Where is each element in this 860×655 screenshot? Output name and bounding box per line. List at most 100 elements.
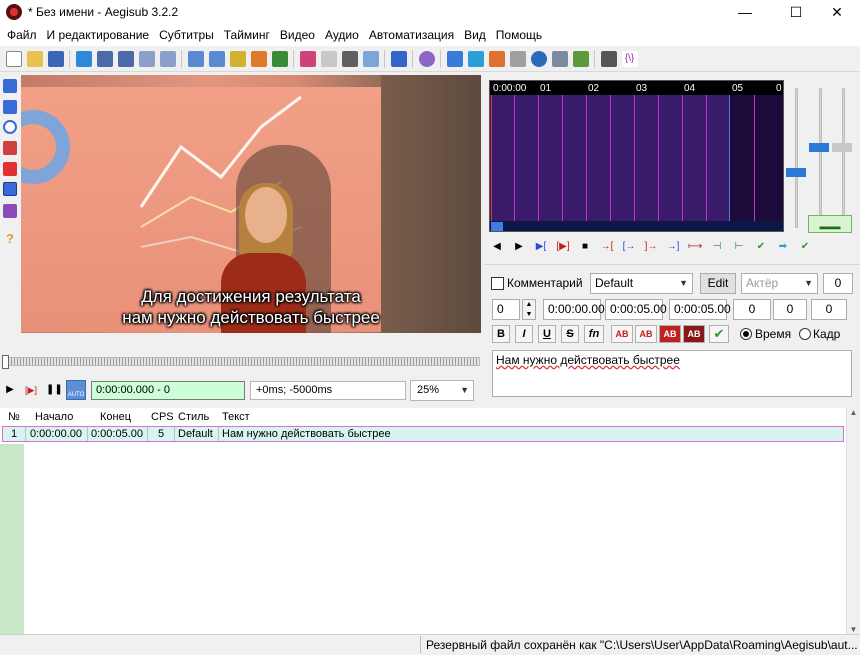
frame-radio[interactable] [799, 328, 811, 340]
attachments-icon[interactable] [250, 50, 267, 67]
auto-scroll-toggle[interactable]: AUTO [66, 380, 86, 400]
play-begin-icon[interactable]: [→ [622, 240, 636, 254]
maximize-icon[interactable]: ☐ [773, 0, 819, 24]
fonts-collector-icon[interactable] [271, 50, 288, 67]
audio-waveform[interactable] [490, 95, 783, 221]
auto-commit-icon[interactable]: ✔ [798, 240, 812, 254]
audio-volume-thumb[interactable] [809, 143, 829, 152]
start-time-field[interactable]: 0:00:00.00 [543, 299, 605, 320]
scroll-up-icon[interactable]: ▲ [847, 408, 860, 417]
edit-tool-icon[interactable] [341, 50, 358, 67]
new-file-icon[interactable] [5, 50, 22, 67]
menu-edit[interactable]: И редактирование [42, 24, 155, 46]
margin-vertical-field[interactable]: 0 [811, 299, 847, 320]
go-next-icon[interactable]: ➡ [776, 240, 790, 254]
fast-forward-icon[interactable] [488, 50, 505, 67]
lua-script-icon[interactable]: {\} [621, 50, 638, 67]
properties-icon[interactable] [320, 50, 337, 67]
spellcheck-icon[interactable] [551, 50, 568, 67]
play-current-line-icon[interactable]: [▶] [556, 240, 570, 254]
rotate-z-icon[interactable] [3, 120, 17, 134]
audio-scrollbar[interactable] [490, 221, 783, 231]
zoom-in-icon[interactable] [96, 50, 113, 67]
check-icon[interactable] [572, 50, 589, 67]
menu-view[interactable]: Вид [459, 24, 491, 46]
play-end-icon[interactable]: ]→ [644, 240, 658, 254]
audio-zoom-slider[interactable] [795, 88, 798, 228]
video-seek-bar[interactable] [4, 357, 480, 366]
menu-audio[interactable]: Аудио [320, 24, 364, 46]
vector-clip-icon[interactable] [3, 204, 17, 218]
menu-subtitles[interactable]: Субтитры [154, 24, 219, 46]
audio-scroll-thumb[interactable] [491, 222, 503, 231]
next-line-icon[interactable]: ▶ [512, 240, 526, 254]
menu-help[interactable]: Помощь [491, 24, 547, 46]
commit-check-icon[interactable]: ✔ [709, 325, 729, 343]
play-after-icon[interactable]: →] [666, 240, 680, 254]
menu-video[interactable]: Видео [275, 24, 320, 46]
audio-zoom-thumb[interactable] [786, 168, 806, 177]
pause-icon[interactable]: ❚❚ [46, 383, 63, 397]
play-before-icon[interactable]: →[ [600, 240, 614, 254]
rotate-xy-icon[interactable] [3, 141, 17, 155]
video-time-field[interactable]: 0:00:00.000 - 0 [91, 381, 245, 400]
secondary-color-button[interactable]: AB [635, 325, 657, 343]
snap-start-icon[interactable] [187, 50, 204, 67]
lead-out-icon[interactable]: ⊢ [732, 240, 746, 254]
automation-script-icon[interactable] [299, 50, 316, 67]
menu-timing[interactable]: Тайминг [219, 24, 275, 46]
play-to-end-icon[interactable]: ⟼ [688, 240, 702, 254]
options-tools-icon[interactable] [600, 50, 617, 67]
style-select[interactable]: Default ▼ [590, 273, 693, 294]
margin-left-field[interactable]: 0 [733, 299, 771, 320]
time-radio[interactable] [740, 328, 752, 340]
audio-vertical-zoom-slider[interactable] [842, 88, 845, 228]
prev-line-icon[interactable]: ◀ [490, 240, 504, 254]
menu-automation[interactable]: Автоматизация [364, 24, 459, 46]
italic-button[interactable]: I [515, 325, 533, 343]
underline-button[interactable]: U [538, 325, 556, 343]
layer-spinner[interactable]: ▲ ▼ [522, 299, 536, 320]
clip-tool-icon[interactable] [3, 182, 17, 196]
stop-audio-icon[interactable]: ■ [578, 240, 592, 254]
help-icon[interactable]: ? [3, 232, 17, 246]
video-zoom-select[interactable]: 25% ▼ [410, 380, 474, 401]
start-marker[interactable] [491, 95, 492, 221]
timing-postprocessor-icon[interactable] [446, 50, 463, 67]
kanji-timer-icon[interactable] [418, 50, 435, 67]
scale-tool-icon[interactable] [3, 162, 17, 176]
column-header-text[interactable]: Текст [222, 411, 250, 423]
open-folder-icon[interactable] [26, 50, 43, 67]
effect-field[interactable]: 0 [823, 273, 853, 294]
column-header-cps[interactable]: CPS [151, 411, 174, 423]
end-time-field[interactable]: 0:00:05.00 [605, 299, 667, 320]
stop-icon[interactable] [509, 50, 526, 67]
audio-display[interactable]: 0:00:00 01 02 03 04 05 0 [489, 80, 784, 232]
grid-vertical-scrollbar[interactable]: ▲ ▼ [846, 408, 860, 634]
subtitle-text-editor[interactable]: Нам нужно действовать быстрее [492, 350, 852, 397]
column-header-start[interactable]: Начало [35, 411, 73, 423]
column-header-style[interactable]: Стиль [178, 411, 209, 423]
column-header-number[interactable]: № [8, 411, 20, 423]
close-icon[interactable]: ✕ [814, 0, 860, 24]
play-line-icon[interactable]: [▶] [24, 383, 38, 397]
drag-tool-icon[interactable] [3, 100, 17, 114]
zoom-out-icon[interactable] [117, 50, 134, 67]
minimize-icon[interactable]: — [722, 0, 768, 24]
video-display[interactable]: Для достижения результата нам нужно дейс… [21, 75, 481, 333]
bold-button[interactable]: B [492, 325, 510, 343]
open-audio-icon[interactable] [159, 50, 176, 67]
comment-checkbox[interactable] [491, 277, 504, 290]
margin-right-field[interactable]: 0 [773, 299, 807, 320]
layer-field[interactable]: 0 [492, 299, 520, 320]
shift-times-icon[interactable] [362, 50, 379, 67]
commit-icon[interactable]: ✔ [754, 240, 768, 254]
audio-link-toggle[interactable]: ▂▂▂ [808, 215, 852, 233]
table-row[interactable]: 1 0:00:00.00 0:00:05.00 5 Default Нам ну… [2, 426, 844, 442]
shadow-color-button[interactable]: AB [683, 325, 705, 343]
resample-icon[interactable] [467, 50, 484, 67]
outline-color-button[interactable]: AB [659, 325, 681, 343]
column-header-end[interactable]: Конец [100, 411, 131, 423]
clock-icon[interactable] [530, 50, 547, 67]
save-icon[interactable] [47, 50, 64, 67]
